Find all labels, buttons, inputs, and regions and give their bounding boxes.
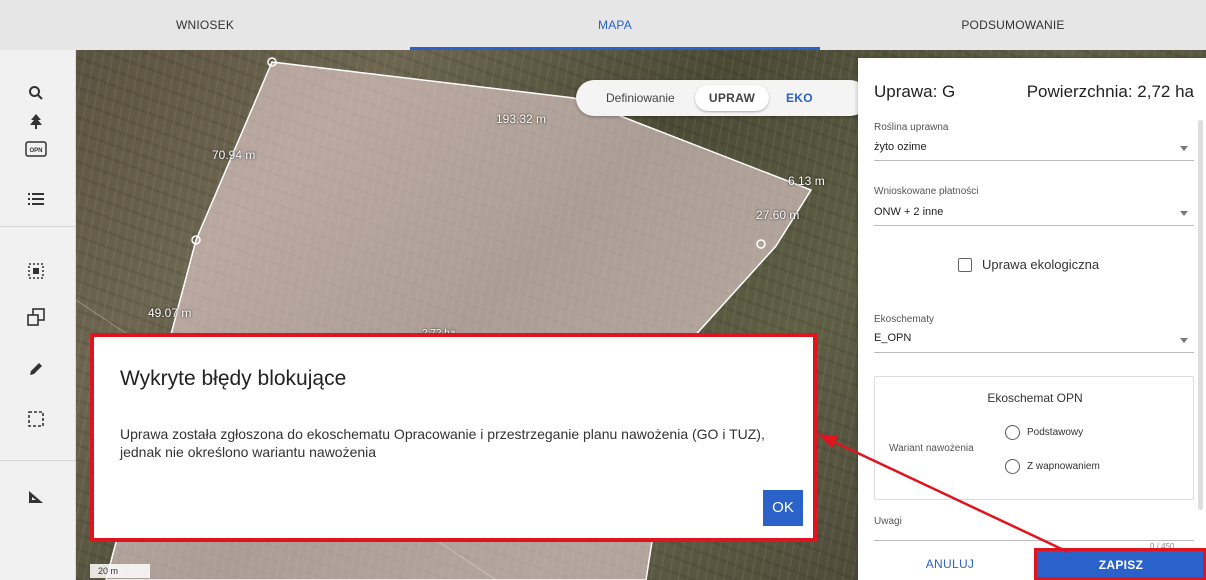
crop-field-label: Roślina uprawna bbox=[874, 122, 949, 133]
opn-section: Ekoschemat OPN Wariant nawożenia Podstaw… bbox=[874, 376, 1194, 500]
field-underline bbox=[874, 352, 1194, 353]
notes-input[interactable] bbox=[874, 540, 1194, 541]
crop-panel: Uprawa: G Powierzchnia: 2,72 ha Roślina … bbox=[858, 58, 1206, 580]
panel-area: Powierzchnia: 2,72 ha bbox=[1026, 82, 1194, 101]
scale-bar: 20 m bbox=[90, 564, 150, 578]
error-dialog: Wykryte błędy blokujące Uprawa została z… bbox=[90, 333, 817, 542]
tab-wniosek[interactable]: WNIOSEK bbox=[0, 0, 410, 50]
variant-label: Wariant nawożenia bbox=[889, 443, 974, 454]
ecoschemes-select[interactable]: E_OPN bbox=[874, 332, 911, 344]
opn-icon[interactable]: OPN bbox=[18, 134, 54, 164]
top-tab-bar: WNIOSEK MAPA PODSUMOWANIE bbox=[0, 0, 1206, 50]
measure-label: 70.94 m bbox=[212, 148, 256, 162]
payments-field-label: Wnioskowane płatności bbox=[874, 186, 979, 197]
panel-title: Uprawa: G bbox=[874, 82, 956, 101]
list-icon[interactable] bbox=[18, 184, 54, 214]
dialog-title: Wykryte błędy blokujące bbox=[120, 367, 347, 390]
select-area-icon[interactable] bbox=[18, 256, 54, 286]
define-toggle: Definiowanie UPRAW EKO bbox=[576, 80, 868, 116]
cancel-button[interactable]: ANULUJ bbox=[870, 548, 1030, 580]
pencil-icon[interactable] bbox=[18, 354, 54, 384]
ok-button[interactable]: OK bbox=[763, 490, 803, 526]
tab-podsumowanie[interactable]: PODSUMOWANIE bbox=[820, 0, 1206, 50]
dashed-select-icon[interactable] bbox=[18, 404, 54, 434]
save-button-highlight bbox=[1034, 548, 1206, 580]
opn-section-title: Ekoschemat OPN bbox=[987, 391, 1083, 405]
chevron-down-icon[interactable] bbox=[1180, 338, 1188, 343]
chevron-down-icon[interactable] bbox=[1180, 146, 1188, 151]
measure-label: 193.32 m bbox=[496, 112, 547, 126]
tab-mapa[interactable]: MAPA bbox=[410, 0, 820, 50]
chevron-down-icon[interactable] bbox=[1180, 211, 1188, 216]
panel-scrollbar[interactable] bbox=[1198, 120, 1203, 510]
toggle-upraw[interactable]: UPRAW bbox=[695, 85, 769, 111]
field-underline bbox=[874, 160, 1194, 161]
layers-copy-icon[interactable] bbox=[18, 302, 54, 332]
dialog-message: Uprawa została zgłoszona do ekoschematu … bbox=[120, 426, 765, 460]
toggle-eko[interactable]: EKO bbox=[786, 80, 813, 116]
measure-label: 6.13 m bbox=[788, 174, 825, 188]
crop-select[interactable]: żyto ozime bbox=[874, 141, 927, 153]
map-toolbar: OPN bbox=[0, 50, 76, 580]
eco-checkbox-label[interactable]: Uprawa ekologiczna bbox=[982, 257, 1099, 272]
search-icon[interactable] bbox=[18, 78, 54, 108]
toolbar-divider bbox=[0, 226, 76, 227]
eco-checkbox[interactable] bbox=[958, 258, 972, 272]
ecoschemes-field-label: Ekoschematy bbox=[874, 314, 935, 325]
notes-field-label: Uwagi bbox=[874, 516, 902, 527]
field-underline bbox=[874, 225, 1194, 226]
radio-podstawowy-label[interactable]: Podstawowy bbox=[1027, 427, 1083, 438]
payments-select[interactable]: ONW + 2 inne bbox=[874, 206, 943, 218]
radio-z-wapnowaniem-label[interactable]: Z wapnowaniem bbox=[1027, 461, 1100, 472]
opn-icon-text: OPN bbox=[29, 148, 42, 154]
ruler-icon[interactable] bbox=[18, 482, 54, 512]
tree-icon[interactable] bbox=[18, 106, 54, 136]
radio-podstawowy[interactable] bbox=[1005, 425, 1020, 440]
radio-z-wapnowaniem[interactable] bbox=[1005, 459, 1020, 474]
toolbar-divider bbox=[0, 460, 76, 461]
measure-label: 49.07 m bbox=[148, 306, 192, 320]
measure-label: 27.60 m bbox=[756, 208, 800, 222]
toggle-label: Definiowanie bbox=[606, 91, 675, 105]
